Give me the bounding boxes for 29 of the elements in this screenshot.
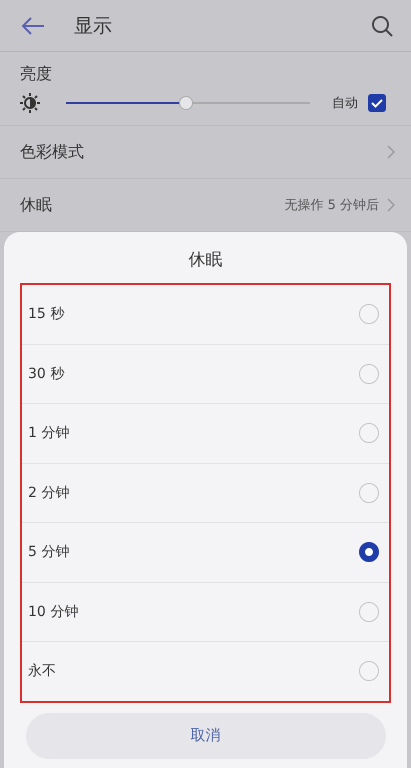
setting-label[interactable]: 色彩模式 [20,142,84,162]
option-row[interactable]: 1 分钟 [22,404,389,464]
chevron-icon [387,198,395,212]
option-label: 10 分钟 [28,602,78,621]
option-row[interactable]: 30 秒 [22,344,389,404]
search-icon[interactable] [371,14,393,36]
setting-label[interactable]: 休眠 [20,194,52,216]
option-label: 30 秒 [28,364,64,383]
option-row[interactable]: 2 分钟 [22,464,389,523]
option-label: 1 分钟 [28,424,70,442]
sheet-title: 休眠 [188,249,222,272]
page-title: 显示 [74,14,113,38]
option-row[interactable]: 永不 [22,642,389,700]
back-icon[interactable] [20,16,46,36]
option-label: 永不 [28,662,56,680]
option-label: 5 分钟 [28,543,70,562]
option-label: 15 秒 [28,305,64,324]
cancel-button[interactable]: 取消 [26,712,386,758]
option-row[interactable]: 15 秒 [22,285,389,344]
brightness-icon [20,93,40,113]
option-row[interactable]: 5 分钟 [22,523,389,582]
auto-label: 自动 [332,95,358,112]
auto-checkbox[interactable] [368,94,386,112]
radio-button[interactable] [359,542,379,562]
chevron-icon [387,145,395,159]
option-label: 2 分钟 [28,484,70,502]
setting-value: 无操作 5 分钟后 [284,197,379,214]
brightness-label: 亮度 [20,64,52,83]
option-row[interactable]: 10 分钟 [22,582,389,642]
